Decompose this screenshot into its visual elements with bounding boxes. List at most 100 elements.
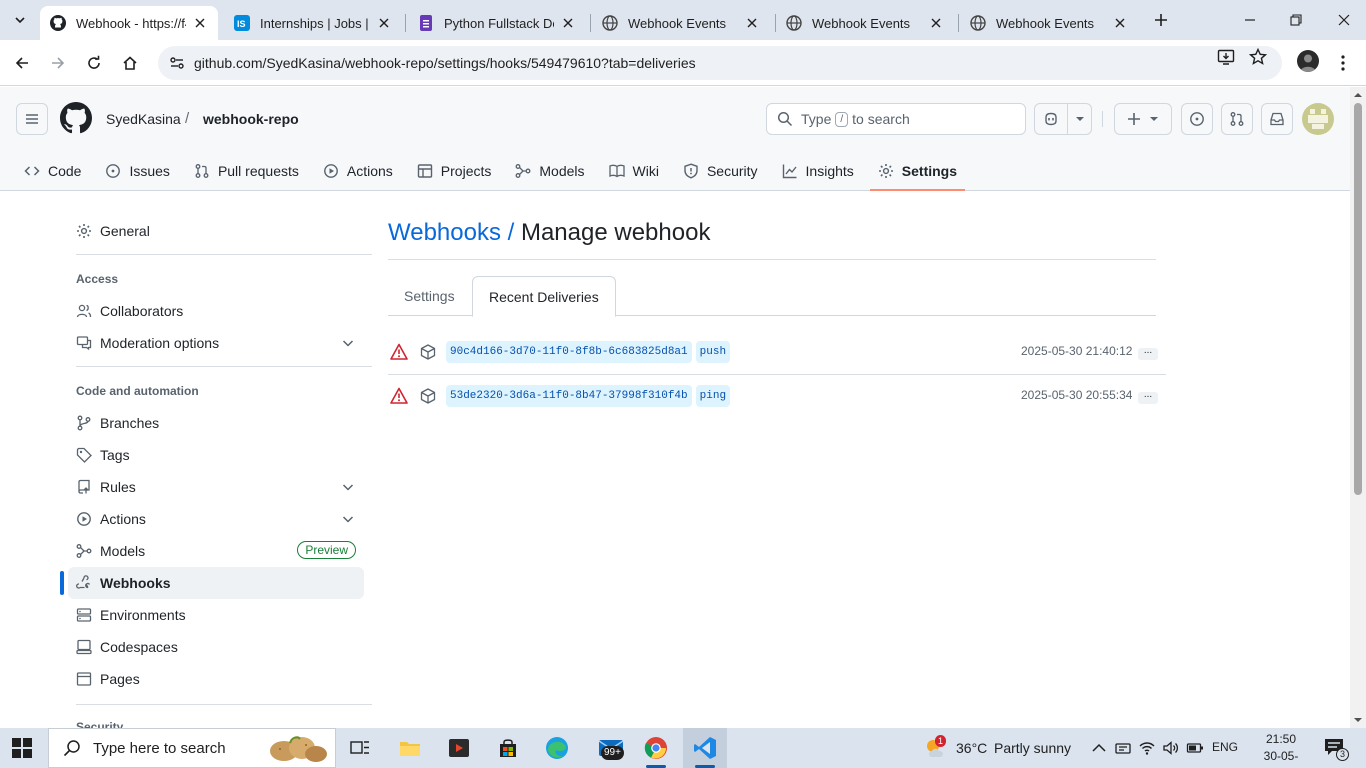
search-shortcut-key: /: [835, 111, 849, 127]
task-view-button[interactable]: [344, 732, 376, 764]
edge-browser-button[interactable]: [541, 732, 573, 764]
repo-owner-link[interactable]: SyedKasina: [106, 111, 181, 127]
browser-tab-webhook-events-1[interactable]: Webhook Events: [592, 6, 770, 40]
browser-tab-internships[interactable]: IS Internships | Jobs | Tra: [224, 6, 402, 40]
tab-insights[interactable]: Insights: [774, 151, 862, 191]
tab-settings-webhook[interactable]: Settings: [388, 276, 471, 316]
file-explorer-button[interactable]: [394, 732, 426, 764]
tab-title: Webhook Events: [996, 15, 1095, 31]
sidebar-item-codespaces[interactable]: Codespaces: [68, 631, 364, 663]
tab-projects[interactable]: Projects: [409, 151, 500, 191]
tab-pull-requests[interactable]: Pull requests: [186, 151, 307, 191]
sidebar-item-collaborators[interactable]: Collaborators: [68, 295, 364, 327]
back-button[interactable]: [10, 51, 34, 75]
speaker-icon[interactable]: [1162, 739, 1180, 757]
site-info-icon[interactable]: [162, 48, 192, 78]
restore-button[interactable]: [1284, 8, 1308, 32]
delivery-expand-button[interactable]: ...: [1138, 346, 1158, 360]
create-new-button[interactable]: [1114, 103, 1172, 135]
tab-code[interactable]: Code: [16, 151, 89, 191]
new-tab-button[interactable]: [1150, 9, 1172, 31]
browser-tab-webhook-events-2[interactable]: Webhook Events: [776, 6, 954, 40]
delivery-guid: 53de2320-3d6a-11f0-8b47-37998f310f4b: [446, 385, 692, 407]
delivery-row[interactable]: 53de2320-3d6a-11f0-8b47-37998f310f4b pin…: [388, 374, 1166, 418]
tab-search-button[interactable]: [8, 8, 32, 32]
inbox-button[interactable]: [1261, 103, 1293, 135]
window-close-button[interactable]: [1332, 8, 1356, 32]
wifi-icon[interactable]: [1138, 739, 1156, 757]
system-clock[interactable]: 21:50 30-05-2025: [1252, 731, 1310, 768]
github-logo-icon[interactable]: [60, 102, 92, 134]
sidebar-item-webhooks[interactable]: Webhooks: [68, 567, 364, 599]
close-icon[interactable]: [560, 15, 576, 31]
webhooks-breadcrumb-link[interactable]: Webhooks /: [388, 219, 514, 246]
delivery-guid: 90c4d166-3d70-11f0-8f8b-6c683825d8a1: [446, 341, 692, 363]
network-device-icon[interactable]: [1114, 739, 1132, 757]
close-icon[interactable]: [192, 15, 208, 31]
sidebar-item-pages[interactable]: Pages: [68, 663, 364, 695]
bookmark-star-icon[interactable]: [1246, 45, 1270, 69]
pull-requests-button[interactable]: [1221, 103, 1253, 135]
home-button[interactable]: [118, 51, 142, 75]
close-icon[interactable]: [928, 15, 944, 31]
user-avatar[interactable]: [1302, 103, 1334, 135]
sidebar-item-branches[interactable]: Branches: [68, 407, 364, 439]
sidebar-item-label: Branches: [100, 415, 160, 431]
sidebar-item-general[interactable]: General: [68, 215, 364, 247]
sidebar-item-moderation[interactable]: Moderation options: [68, 327, 364, 359]
issues-button[interactable]: [1181, 103, 1213, 135]
browser-tab-webhook-events-3[interactable]: Webhook Events: [960, 6, 1138, 40]
store-button[interactable]: [492, 732, 524, 764]
chrome-button[interactable]: [640, 732, 672, 768]
windows-start-icon[interactable]: [12, 738, 32, 758]
delivery-event: push: [695, 341, 731, 363]
sidebar-item-rules[interactable]: Rules: [68, 471, 364, 503]
tab-settings[interactable]: Settings: [869, 151, 966, 191]
svg-text:IS: IS: [237, 19, 246, 29]
browser-menu-icon[interactable]: [1334, 51, 1352, 75]
repo-name-link[interactable]: webhook-repo: [203, 111, 299, 127]
tab-wiki[interactable]: Wiki: [601, 151, 667, 191]
minimize-button[interactable]: [1238, 8, 1262, 32]
search-input[interactable]: Type / to search: [766, 103, 1026, 135]
reload-button[interactable]: [82, 51, 106, 75]
media-app-button[interactable]: [443, 732, 475, 764]
sidebar-item-tags[interactable]: Tags: [68, 439, 364, 471]
hamburger-menu-button[interactable]: [16, 103, 48, 135]
sidebar-item-environments[interactable]: Environments: [68, 599, 364, 631]
page-scrollbar[interactable]: [1350, 87, 1366, 728]
close-icon[interactable]: [744, 15, 760, 31]
address-bar[interactable]: github.com/SyedKasina/webhook-repo/setti…: [158, 46, 1282, 80]
vscode-button[interactable]: [689, 732, 721, 768]
copilot-button[interactable]: [1034, 103, 1068, 135]
close-icon[interactable]: [1112, 15, 1128, 31]
forward-button[interactable]: [46, 51, 70, 75]
sidebar-item-actions[interactable]: Actions: [68, 503, 364, 535]
chevron-up-icon[interactable]: [1090, 739, 1108, 757]
tab-separator: [958, 14, 959, 32]
browser-tab-python[interactable]: Python Fullstack Deve: [408, 6, 586, 40]
install-app-icon[interactable]: [1214, 45, 1238, 69]
mail-button[interactable]: 99+: [591, 732, 631, 764]
tab-models[interactable]: Models: [507, 151, 592, 191]
tab-issues[interactable]: Issues: [97, 151, 177, 191]
browser-tab-webhook[interactable]: Webhook - https://f40: [40, 6, 218, 40]
delivery-expand-button[interactable]: ...: [1138, 390, 1158, 404]
copilot-dropdown-button[interactable]: [1068, 103, 1092, 135]
scroll-thumb[interactable]: [1354, 103, 1362, 495]
preview-badge: Preview: [297, 541, 356, 559]
delivery-row[interactable]: 90c4d166-3d70-11f0-8f8b-6c683825d8a1 pus…: [388, 330, 1166, 374]
sidebar-divider: [76, 366, 372, 367]
tab-actions[interactable]: Actions: [315, 151, 401, 191]
battery-icon[interactable]: [1186, 739, 1204, 757]
notifications-button[interactable]: 3: [1320, 736, 1350, 761]
tab-recent-deliveries[interactable]: Recent Deliveries: [472, 276, 616, 317]
close-icon[interactable]: [376, 15, 392, 31]
language-indicator[interactable]: ENG: [1212, 740, 1238, 754]
browser-icon: [76, 672, 92, 686]
tab-security[interactable]: Security: [675, 151, 766, 191]
tab-label: Models: [539, 163, 585, 179]
sidebar-item-models[interactable]: Models Preview: [68, 535, 364, 567]
browser-profile-avatar[interactable]: [1297, 50, 1319, 72]
tab-label: Actions: [346, 163, 393, 179]
